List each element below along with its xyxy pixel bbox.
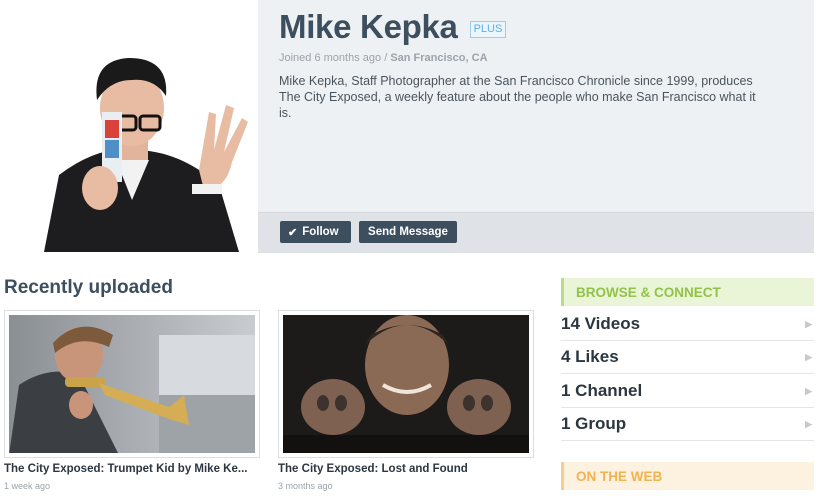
sidebar-item-label: 1 Group [561, 414, 627, 433]
profile-photo[interactable] [4, 0, 258, 252]
video-title[interactable]: The City Exposed: Trumpet Kid by Mike Ke… [4, 463, 247, 475]
profile-info: Mike Kepka PLUS Joined 6 months ago / Sa… [279, 0, 814, 212]
lost-and-found-image [283, 315, 529, 453]
profile-name: Mike Kepka [279, 8, 458, 45]
browse-connect-header: BROWSE & CONNECT [561, 278, 814, 306]
follow-button[interactable]: ✔ Follow [280, 221, 351, 243]
checkmark-icon: ✔ [288, 226, 298, 239]
joined-text: Joined 6 months ago [279, 52, 382, 64]
sidebar-item-channel[interactable]: 1 Channel ▶ [561, 375, 814, 408]
video-thumbnail[interactable] [4, 310, 260, 458]
name-row: Mike Kepka PLUS [279, 8, 507, 46]
sidebar-item-label: 14 Videos [561, 314, 641, 333]
recently-uploaded-title: Recently uploaded [4, 277, 173, 298]
arrow-right-icon: ▶ [805, 418, 812, 429]
sidebar-item-videos[interactable]: 14 Videos ▶ [561, 308, 814, 341]
sidebar-item-label: 1 Channel [561, 381, 643, 400]
meta-separator: / [381, 52, 391, 64]
sidebar-item-label: 4 Likes [561, 347, 619, 366]
video-timestamp: 1 week ago [4, 481, 51, 491]
video-thumbnail[interactable] [278, 310, 534, 458]
profile-bio: Mike Kepka, Staff Photographer at the Sa… [279, 74, 756, 120]
follow-label: Follow [302, 226, 339, 238]
profile-photo-image [4, 0, 258, 252]
arrow-right-icon: ▶ [805, 318, 812, 329]
arrow-right-icon: ▶ [805, 351, 812, 362]
thumbnail-image [283, 315, 529, 453]
video-title[interactable]: The City Exposed: Lost and Found [278, 463, 468, 475]
profile-header: Mike Kepka PLUS Joined 6 months ago / Sa… [4, 0, 814, 253]
plus-badge[interactable]: PLUS [469, 20, 507, 38]
arrow-right-icon: ▶ [805, 385, 812, 396]
location-link[interactable]: San Francisco, CA [390, 52, 487, 64]
send-message-button[interactable]: Send Message [359, 221, 457, 243]
send-message-label: Send Message [368, 226, 448, 238]
action-bar: ✔ Follow Send Message [258, 212, 814, 253]
video-timestamp: 3 months ago [278, 481, 333, 491]
sidebar-item-group[interactable]: 1 Group ▶ [561, 408, 814, 441]
thumbnail-image [9, 315, 255, 453]
profile-meta: Joined 6 months ago / San Francisco, CA [279, 52, 488, 64]
on-the-web-header: ON THE WEB [561, 462, 814, 490]
trumpet-kid-image [9, 315, 255, 453]
sidebar-item-likes[interactable]: 4 Likes ▶ [561, 341, 814, 374]
